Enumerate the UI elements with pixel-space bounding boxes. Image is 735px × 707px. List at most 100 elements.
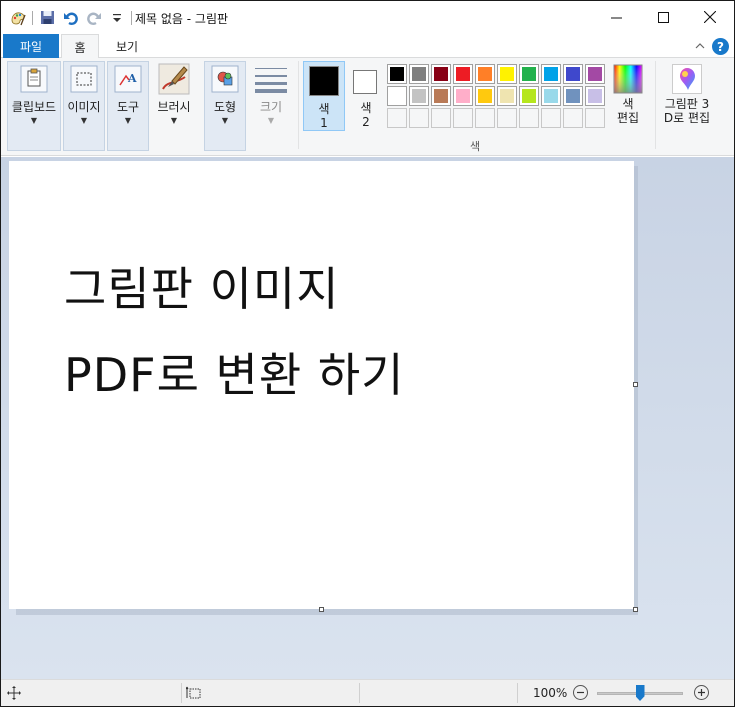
- palette-color-swatch[interactable]: [563, 86, 583, 106]
- palette-color-swatch[interactable]: [453, 64, 473, 84]
- palette-color-swatch[interactable]: [409, 64, 429, 84]
- palette-color-fill: [522, 67, 536, 81]
- edit-colors-button[interactable]: 색 편집: [609, 58, 647, 148]
- minimize-button[interactable]: [593, 1, 639, 33]
- palette-custom-slot[interactable]: [497, 108, 517, 128]
- save-icon[interactable]: [39, 9, 56, 26]
- colors-group-caption: 색: [470, 140, 481, 153]
- palette-color-fill: [544, 67, 558, 81]
- palette-color-swatch[interactable]: [497, 86, 517, 106]
- palette-custom-slot[interactable]: [475, 108, 495, 128]
- canvas-text-line1: 그림판 이미지: [64, 262, 340, 316]
- canvas-text-line2: PDF로 변환 하기: [64, 348, 405, 402]
- brushes-button[interactable]: 브러시 ▼: [151, 58, 197, 148]
- palette-color-fill: [456, 67, 470, 81]
- tools-button[interactable]: A 도구 ▼: [107, 58, 149, 148]
- shapes-icon: [209, 63, 241, 95]
- shapes-button[interactable]: 도형 ▼: [204, 58, 246, 148]
- ribbon-home: 클립보드 ▼ 이미지 ▼ A 도구 ▼ 브러시 ▼ 도형 ▼ 크기 ▼ 색 1 …: [1, 58, 734, 156]
- palette-color-swatch[interactable]: [585, 86, 605, 106]
- status-bar: 100%: [1, 679, 734, 706]
- resize-handle-corner[interactable]: [633, 607, 638, 612]
- palette-color-swatch[interactable]: [475, 64, 495, 84]
- chevron-up-icon: [695, 43, 705, 49]
- palette-color-swatch[interactable]: [497, 64, 517, 84]
- clipboard-button[interactable]: 클립보드 ▼: [7, 58, 61, 148]
- zoom-slider-thumb[interactable]: [635, 685, 645, 701]
- palette-color-swatch[interactable]: [475, 86, 495, 106]
- chevron-down-icon: ▼: [221, 116, 229, 125]
- palette-custom-slot[interactable]: [541, 108, 561, 128]
- tab-file[interactable]: 파일: [3, 34, 59, 58]
- color-spectrum-icon: [612, 63, 644, 95]
- paint3d-icon: [671, 63, 703, 95]
- close-button[interactable]: [687, 1, 733, 33]
- chevron-down-icon: ▼: [267, 116, 275, 125]
- zoom-in-button[interactable]: [694, 685, 709, 700]
- cursor-position-icon: [7, 686, 21, 703]
- palette-color-fill: [434, 89, 448, 103]
- palette-color-swatch[interactable]: [409, 86, 429, 106]
- palette-color-swatch[interactable]: [519, 86, 539, 106]
- palette-color-swatch[interactable]: [453, 86, 473, 106]
- palette-color-fill: [566, 89, 580, 103]
- maximize-icon: [657, 11, 669, 23]
- minus-icon: [577, 691, 584, 694]
- palette-custom-slot[interactable]: [431, 108, 451, 128]
- palette-custom-slot[interactable]: [453, 108, 473, 128]
- tab-view[interactable]: 보기: [105, 34, 149, 59]
- chevron-down-icon: ▼: [30, 116, 38, 125]
- clipboard-icon: [18, 63, 50, 95]
- qat-separator: [32, 10, 33, 25]
- palette-color-fill: [412, 67, 426, 81]
- undo-icon[interactable]: [62, 9, 79, 26]
- chevron-down-icon: ▼: [170, 116, 178, 125]
- palette-color-fill: [434, 67, 448, 81]
- palette-color-fill: [456, 89, 470, 103]
- palette-color-swatch[interactable]: [585, 64, 605, 84]
- palette-color-swatch[interactable]: [387, 86, 407, 106]
- palette-color-swatch[interactable]: [431, 64, 451, 84]
- palette-color-fill: [500, 67, 514, 81]
- qat-separator: [131, 10, 132, 25]
- color1-button[interactable]: 색 1: [303, 61, 345, 131]
- palette-color-fill: [390, 89, 404, 103]
- palette-color-swatch[interactable]: [519, 64, 539, 84]
- palette-color-fill: [588, 67, 602, 81]
- status-separator: [517, 683, 518, 703]
- tab-home[interactable]: 홈: [61, 34, 99, 59]
- brush-icon: [158, 63, 190, 95]
- quick-access-toolbar: [9, 9, 132, 26]
- palette-color-swatch[interactable]: [387, 64, 407, 84]
- image-button[interactable]: 이미지 ▼: [63, 58, 105, 148]
- minimize-icon: [610, 17, 622, 18]
- palette-custom-slot[interactable]: [563, 108, 583, 128]
- canvas-workspace[interactable]: 그림판 이미지 PDF로 변환 하기: [1, 157, 734, 679]
- resize-handle-right[interactable]: [633, 382, 638, 387]
- palette-color-swatch[interactable]: [541, 86, 561, 106]
- palette-custom-slot[interactable]: [409, 108, 429, 128]
- status-separator: [359, 683, 360, 703]
- palette-color-swatch[interactable]: [431, 86, 451, 106]
- customize-toolbar-icon[interactable]: [108, 9, 125, 26]
- palette-color-swatch[interactable]: [563, 64, 583, 84]
- palette-color-swatch[interactable]: [541, 64, 561, 84]
- palette-custom-slot[interactable]: [519, 108, 539, 128]
- select-icon: [68, 63, 100, 95]
- paint-app-icon[interactable]: [9, 9, 26, 26]
- color2-button[interactable]: 색 2: [347, 61, 385, 131]
- palette-color-fill: [588, 89, 602, 103]
- zoom-level-text: 100%: [533, 686, 568, 700]
- resize-handle-bottom[interactable]: [319, 607, 324, 612]
- help-button[interactable]: ?: [712, 38, 729, 55]
- palette-color-fill: [478, 89, 492, 103]
- redo-icon[interactable]: [85, 9, 102, 26]
- zoom-out-button[interactable]: [573, 685, 588, 700]
- maximize-button[interactable]: [640, 1, 686, 33]
- collapse-ribbon-button[interactable]: [693, 39, 707, 53]
- palette-custom-slot[interactable]: [387, 108, 407, 128]
- edit-with-paint3d-button[interactable]: 그림판 3 D로 편집: [659, 58, 715, 148]
- palette-custom-slot[interactable]: [585, 108, 605, 128]
- size-button[interactable]: 크기 ▼: [251, 58, 291, 148]
- drawing-canvas[interactable]: 그림판 이미지 PDF로 변환 하기: [9, 161, 634, 609]
